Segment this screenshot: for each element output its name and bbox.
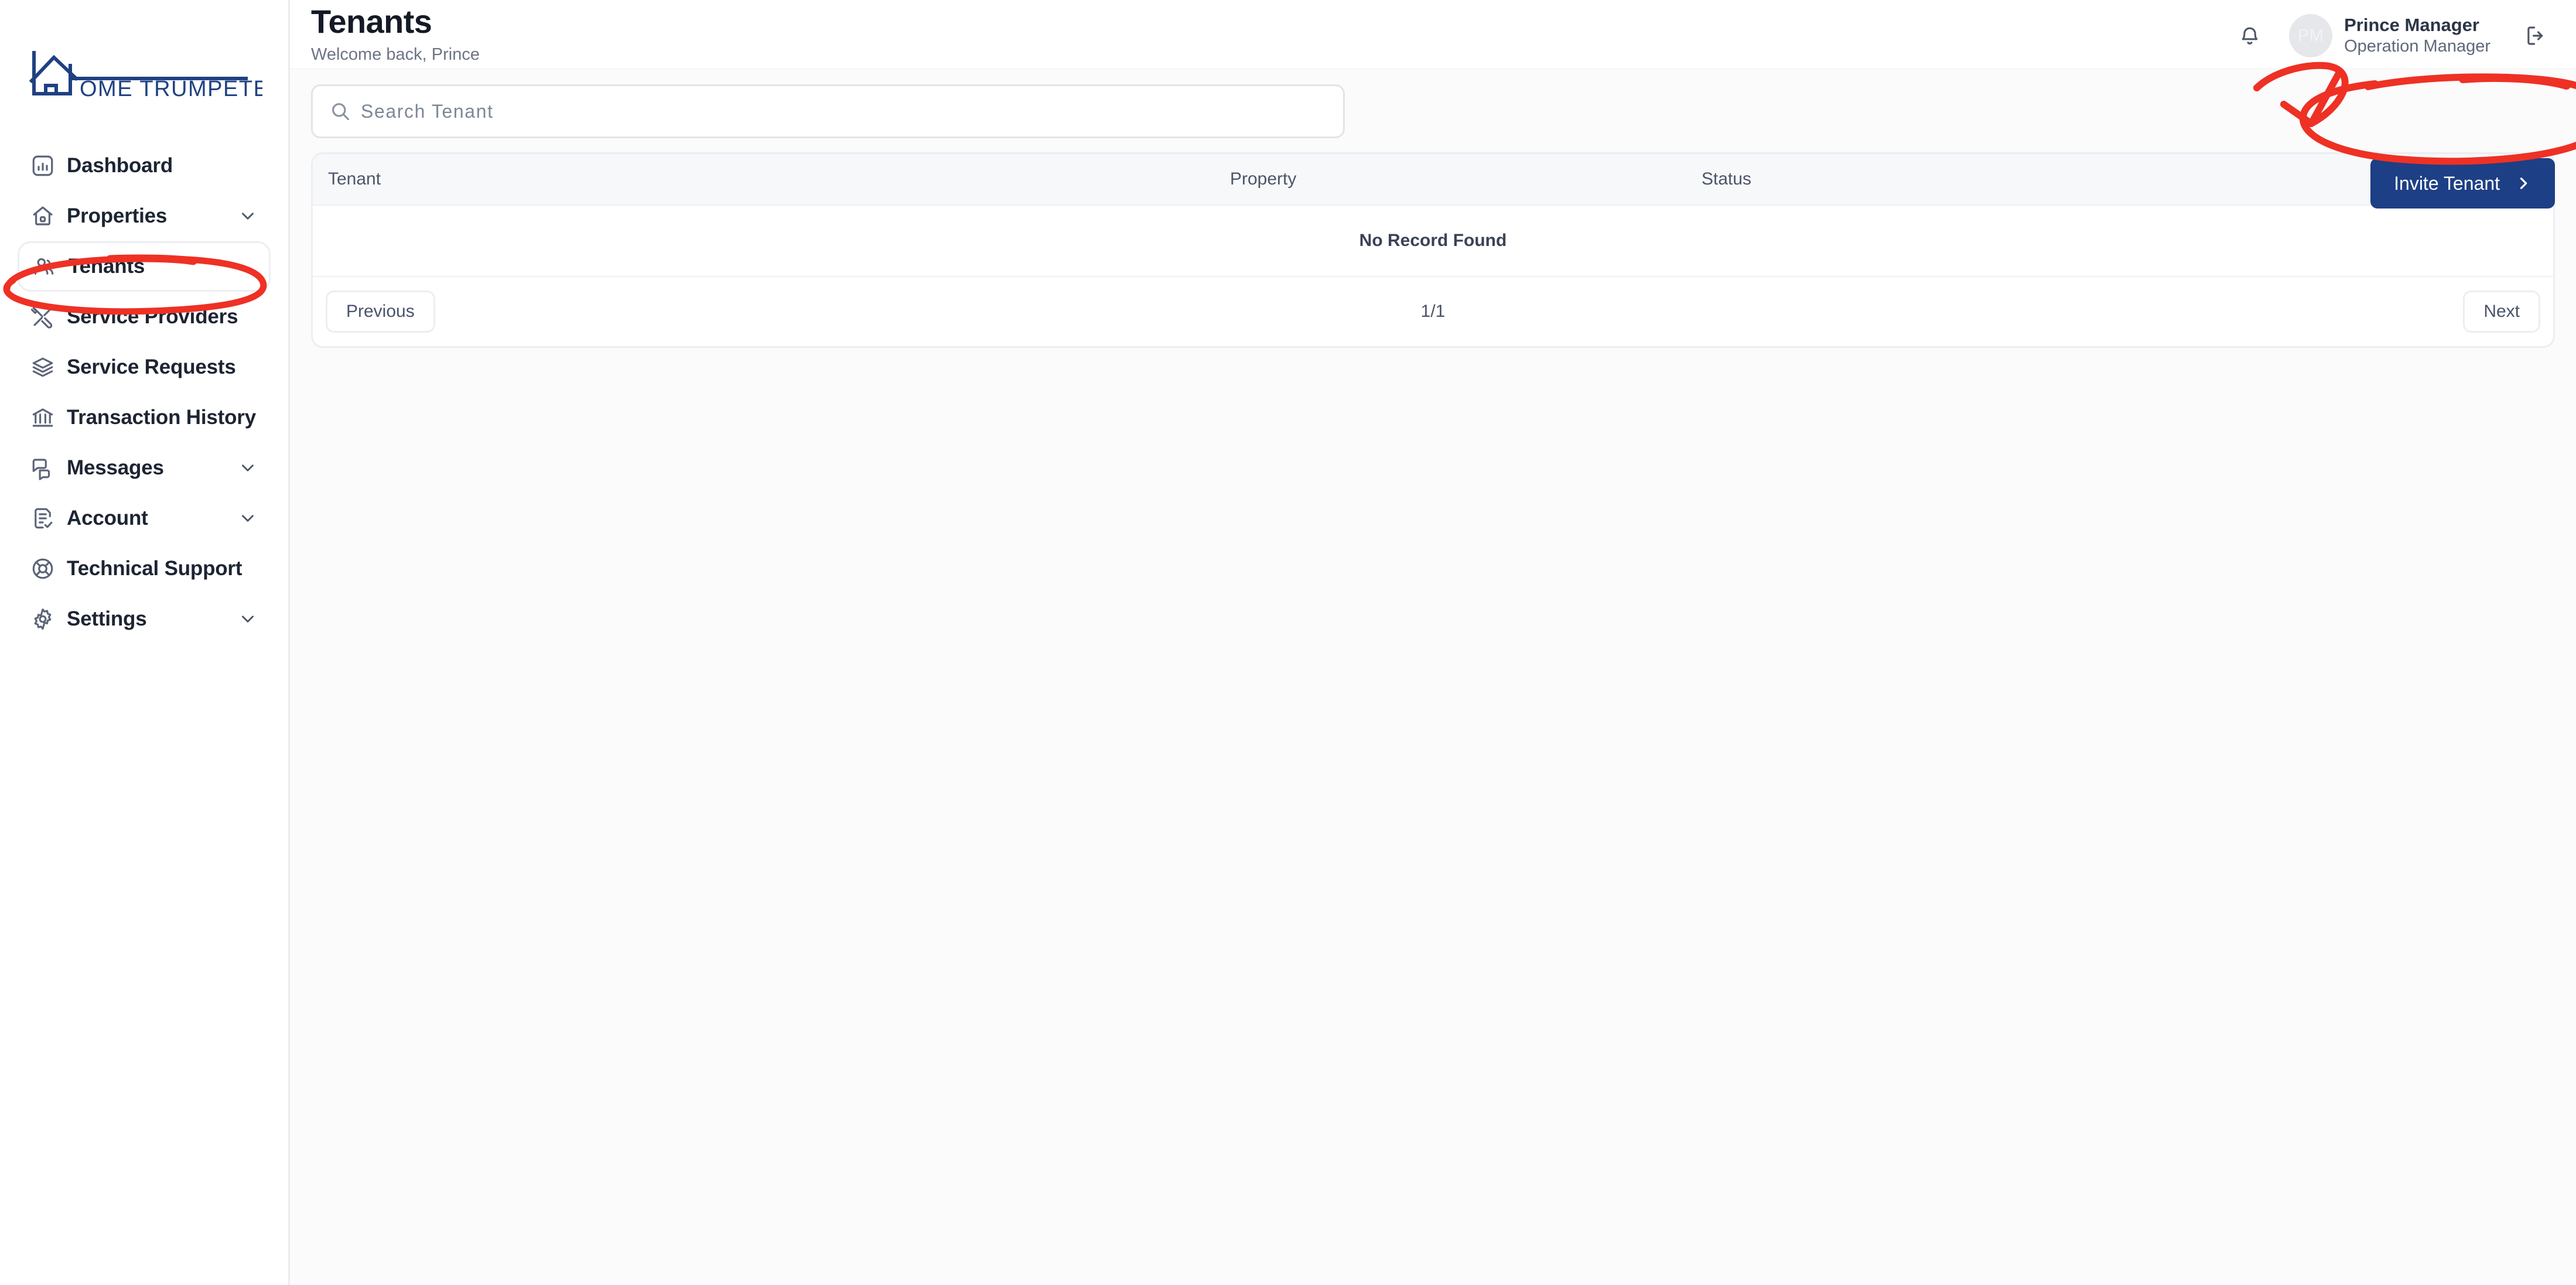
- tools-icon: [30, 305, 67, 329]
- bell-icon[interactable]: [2227, 13, 2273, 59]
- logout-icon[interactable]: [2517, 17, 2555, 54]
- content-area: Invite Tenant Tenant Property Status No …: [290, 69, 2576, 348]
- search-row: [311, 84, 2555, 138]
- sidebar-item-label: Settings: [67, 607, 147, 630]
- search-input[interactable]: [361, 86, 1327, 136]
- document-check-icon: [30, 506, 67, 531]
- topbar: Tenants Welcome back, Prince PM Prince M…: [290, 0, 2576, 69]
- empty-state-message: No Record Found: [1359, 231, 1507, 250]
- sidebar-item-label: Dashboard: [67, 154, 173, 177]
- sidebar-item-label: Messages: [67, 456, 164, 479]
- search-icon: [329, 100, 351, 122]
- topbar-right-group: PM Prince Manager Operation Manager: [2227, 0, 2555, 59]
- sidebar-item-messages[interactable]: Messages: [18, 443, 271, 493]
- sidebar-item-label: Tenants: [69, 255, 145, 278]
- sidebar-item-service-providers[interactable]: Service Providers: [18, 292, 271, 342]
- logo-wordmark: OME TRUMPETER: [80, 77, 262, 98]
- invite-tenant-button[interactable]: Invite Tenant: [2370, 158, 2555, 209]
- page-subtitle: Welcome back, Prince: [311, 45, 480, 64]
- previous-page-button[interactable]: Previous: [326, 291, 435, 333]
- chevron-right-icon: [2515, 175, 2531, 192]
- sidebar-item-transaction-history[interactable]: Transaction History: [18, 392, 271, 443]
- sidebar-item-label: Technical Support: [67, 557, 242, 580]
- user-role: Operation Manager: [2344, 37, 2490, 56]
- column-header-tenant: Tenant: [328, 169, 381, 189]
- page-heading-group: Tenants Welcome back, Prince: [311, 0, 480, 64]
- app-root: OME TRUMPETER Dashboard: [0, 0, 2576, 1285]
- sidebar-item-settings[interactable]: Settings: [18, 594, 271, 644]
- sidebar-item-service-requests[interactable]: Service Requests: [18, 342, 271, 392]
- sidebar-item-dashboard[interactable]: Dashboard: [18, 141, 271, 191]
- user-info[interactable]: Prince Manager Operation Manager: [2344, 14, 2490, 57]
- home-trumpeter-logo-icon: OME TRUMPETER: [29, 51, 262, 98]
- table-empty-state: No Record Found: [313, 206, 2553, 277]
- chat-icon: [30, 456, 67, 480]
- sidebar-item-label: Service Providers: [67, 305, 238, 328]
- sidebar-item-label: Account: [67, 507, 148, 529]
- page-indicator: 1/1: [1420, 302, 1446, 321]
- sidebar-item-label: Transaction History: [67, 406, 256, 429]
- users-icon: [32, 254, 69, 279]
- brand-logo[interactable]: OME TRUMPETER: [0, 0, 288, 141]
- sidebar-item-account[interactable]: Account: [18, 493, 271, 544]
- page-title: Tenants: [311, 3, 432, 40]
- search-box[interactable]: [311, 84, 1345, 138]
- sidebar-item-properties[interactable]: Properties: [18, 191, 271, 241]
- chevron-down-icon[interactable]: [238, 206, 258, 226]
- sidebar: OME TRUMPETER Dashboard: [0, 0, 290, 1285]
- invite-tenant-label: Invite Tenant: [2394, 172, 2500, 194]
- chevron-down-icon[interactable]: [238, 609, 258, 629]
- bank-icon: [30, 405, 67, 430]
- avatar[interactable]: PM: [2289, 14, 2333, 57]
- home-icon: [30, 204, 67, 228]
- next-page-button[interactable]: Next: [2463, 291, 2540, 333]
- user-name: Prince Manager: [2344, 15, 2479, 36]
- gear-icon: [30, 607, 67, 631]
- table-header-row: Tenant Property Status: [313, 154, 2553, 206]
- chart-bar-icon: [30, 153, 67, 178]
- lifebuoy-icon: [30, 556, 67, 581]
- column-header-property: Property: [1230, 169, 1297, 189]
- sidebar-item-label: Properties: [67, 204, 168, 227]
- chevron-down-icon[interactable]: [238, 458, 258, 478]
- layers-icon: [30, 355, 67, 380]
- sidebar-nav: Dashboard Properties Tenants Service Pro…: [0, 141, 288, 644]
- sidebar-item-label: Service Requests: [67, 356, 236, 378]
- pagination: Previous 1/1 Next: [313, 277, 2553, 346]
- chevron-down-icon[interactable]: [238, 508, 258, 528]
- main-area: Tenants Welcome back, Prince PM Prince M…: [290, 0, 2576, 1285]
- sidebar-item-technical-support[interactable]: Technical Support: [18, 544, 271, 594]
- tenants-table: Tenant Property Status No Record Found P…: [311, 152, 2555, 348]
- sidebar-item-tenants[interactable]: Tenants: [18, 241, 271, 292]
